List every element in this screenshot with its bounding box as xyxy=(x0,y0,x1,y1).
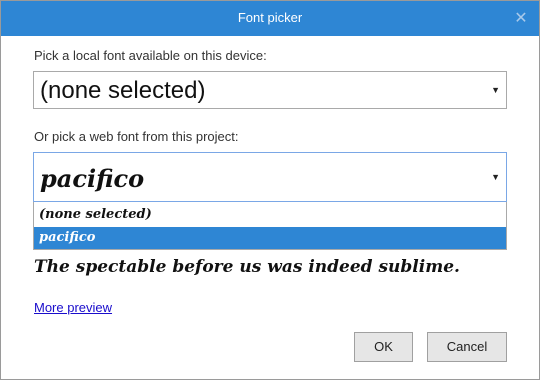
dialog-title: Font picker xyxy=(237,10,303,25)
local-font-selected-value: (none selected) xyxy=(40,77,206,104)
local-font-label: Pick a local font available on this devi… xyxy=(34,48,267,63)
dropdown-arrow-icon: ▼ xyxy=(491,172,500,182)
web-font-label: Or pick a web font from this project: xyxy=(34,129,239,144)
font-picker-dialog: Font picker ✕ Pick a local font availabl… xyxy=(0,0,540,380)
cancel-button[interactable]: Cancel xyxy=(427,332,507,362)
local-font-select[interactable]: (none selected) ▼ xyxy=(33,71,507,109)
font-preview-text: The spectable before us was indeed subli… xyxy=(34,257,460,277)
web-font-dropdown-list: (none selected) pacifico xyxy=(33,202,507,250)
web-font-selected-value: pacifico xyxy=(40,164,145,193)
more-preview-link[interactable]: More preview xyxy=(34,300,112,315)
dropdown-arrow-icon: ▼ xyxy=(491,85,500,95)
dialog-titlebar: Font picker ✕ xyxy=(1,1,539,36)
dropdown-option-none[interactable]: (none selected) xyxy=(34,204,506,226)
close-icon[interactable]: ✕ xyxy=(512,10,530,28)
dropdown-option-pacifico[interactable]: pacifico xyxy=(34,227,506,249)
web-font-select[interactable]: pacifico ▼ xyxy=(33,152,507,202)
ok-button[interactable]: OK xyxy=(354,332,413,362)
